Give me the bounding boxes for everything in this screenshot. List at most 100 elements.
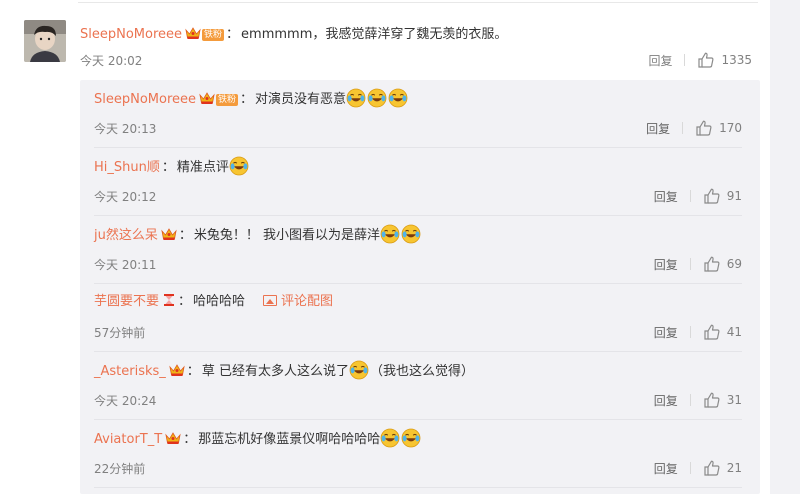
list-item: ju然这么呆 ：米兔兔！！ 我小图看以为是薛洋 今天 20:11 回复 69 [80, 216, 760, 284]
reply-button[interactable]: 回复 [654, 256, 678, 273]
reply-text-line: SleepNoMoreee 铁粉：对演员没有恶意 [94, 88, 409, 110]
reply-button[interactable]: 回复 [654, 392, 678, 409]
crown-badge-icon[interactable] [185, 26, 201, 40]
reply-text-line: AviatorT_T ：那蓝忘机好像蓝景仪啊哈哈哈哈 [94, 428, 422, 450]
thumbs-up-icon[interactable] [703, 187, 721, 205]
comment-text-line: SleepNoMoreee 铁粉： emmmmm，我感觉薛洋穿了魏无羡的衣服。 [80, 26, 507, 44]
reply-button[interactable]: 回复 [654, 188, 678, 205]
comment-picture-link[interactable]: 评论配图 [263, 294, 333, 309]
picture-icon [263, 295, 278, 306]
colon: ： [161, 160, 175, 175]
laugh-cry-emoji-icon [367, 88, 387, 108]
reply-content: 哈哈哈哈 [193, 294, 246, 309]
like-count: 170 [719, 121, 742, 135]
username-link[interactable]: SleepNoMoreee [94, 92, 196, 107]
thumbs-up-icon[interactable] [697, 51, 715, 69]
crown-badge-icon[interactable] [165, 431, 181, 445]
reply-text-line: ju然这么呆 ：米兔兔！！ 我小图看以为是薛洋 [94, 224, 422, 246]
divider [689, 258, 691, 270]
hourglass-icon[interactable] [162, 293, 176, 307]
page-gutter [770, 0, 800, 494]
username-link[interactable]: _Asterisks_ [94, 364, 166, 379]
main-comment: SleepNoMoreee 铁粉： emmmmm，我感觉薛洋穿了魏无羡的衣服。 今天… [24, 20, 764, 80]
reply-text-line: Hi_Shun顺：精准点评 [94, 156, 250, 178]
username-link[interactable]: ju然这么呆 [94, 228, 158, 243]
reply-time: 今天 20:11 [94, 258, 157, 272]
laugh-cry-emoji-icon [229, 156, 249, 176]
reply-actions: 回复 31 [654, 390, 742, 410]
reply-button[interactable]: 回复 [654, 324, 678, 341]
reply-text-line: _Asterisks_ ：草 已经有太多人这么说了 （我也这么觉得） [94, 360, 474, 382]
divider [689, 190, 691, 202]
divider [689, 394, 691, 406]
reply-button[interactable]: 回复 [646, 120, 670, 137]
comment-time: 今天 20:02 [80, 54, 143, 68]
list-item: SleepNoMoreee 铁粉：对演员没有恶意 今天 20:13 回复 170 [80, 80, 760, 148]
thumbs-up-icon[interactable] [703, 255, 721, 273]
laugh-cry-emoji-icon [388, 88, 408, 108]
divider [689, 326, 691, 338]
reply-time: 22分钟前 [94, 462, 146, 476]
reply-content-suffix: （我也这么觉得） [369, 364, 474, 379]
reply-actions: 回复 91 [654, 186, 742, 206]
divider [684, 54, 686, 66]
list-item: Hi_Shun顺：精准点评 今天 20:12 回复 91 [80, 148, 760, 216]
crown-badge-icon[interactable] [161, 227, 177, 241]
divider [689, 462, 691, 474]
like-count: 31 [726, 393, 742, 407]
like-count: 21 [726, 461, 742, 475]
reply-content: 那蓝忘机好像蓝景仪啊哈哈哈哈 [198, 432, 381, 447]
fan-badge[interactable]: 铁粉 [216, 94, 239, 106]
username-link[interactable]: 芋圆要不要 [94, 294, 159, 309]
laugh-cry-emoji-icon [380, 428, 400, 448]
reply-actions: 回复 69 [654, 254, 742, 274]
like-count: 91 [726, 189, 742, 203]
reply-button[interactable]: 回复 [648, 52, 672, 69]
avatar[interactable] [24, 20, 66, 62]
username-link[interactable]: SleepNoMoreee [80, 27, 182, 42]
thumbs-up-icon[interactable] [703, 323, 721, 341]
reply-button[interactable]: 回复 [654, 460, 678, 477]
list-item: _Asterisks_ ：草 已经有太多人这么说了 （我也这么觉得） 今天 20:2… [80, 352, 760, 420]
laugh-cry-emoji-icon [401, 224, 421, 244]
comment-content: emmmmm，我感觉薛洋穿了魏无羡的衣服。 [241, 27, 508, 42]
reply-time: 今天 20:13 [94, 122, 157, 136]
comment-picture-label: 评论配图 [281, 294, 334, 309]
reply-actions: 回复 41 [654, 322, 742, 342]
username-link[interactable]: AviatorT_T [94, 432, 162, 447]
comment-page: SleepNoMoreee 铁粉： emmmmm，我感觉薛洋穿了魏无羡的衣服。 今天… [0, 0, 770, 494]
divider [94, 487, 742, 488]
reply-text-line: 芋圆要不要 ：哈哈哈哈 评论配图 [94, 292, 333, 312]
colon: ： [183, 432, 197, 447]
reply-content: 精准点评 [176, 160, 229, 175]
reply-time: 今天 20:24 [94, 394, 157, 408]
like-count: 69 [726, 257, 742, 271]
colon: ： [240, 92, 254, 107]
crown-badge-icon[interactable] [169, 363, 185, 377]
reply-time: 今天 20:12 [94, 190, 157, 204]
comment-actions: 回复 1335 [648, 50, 752, 70]
fan-badge[interactable]: 铁粉 [202, 29, 225, 41]
list-item: AviatorT_T ：那蓝忘机好像蓝景仪啊哈哈哈哈 22分钟前 回复 21 [80, 420, 760, 488]
reply-time: 57分钟前 [94, 326, 146, 340]
like-count: 41 [726, 325, 742, 339]
username-link[interactable]: Hi_Shun顺 [94, 160, 160, 175]
reply-content: 对演员没有恶意 [255, 92, 347, 107]
colon: ： [178, 294, 192, 309]
reply-actions: 回复 170 [646, 118, 742, 138]
divider [682, 122, 684, 134]
thumbs-up-icon[interactable] [695, 119, 713, 137]
thumbs-up-icon[interactable] [703, 391, 721, 409]
laugh-cry-emoji-icon [346, 88, 366, 108]
divider [78, 2, 758, 3]
laugh-cry-emoji-icon [380, 224, 400, 244]
laugh-cry-emoji-icon [349, 360, 369, 380]
reply-list: SleepNoMoreee 铁粉：对演员没有恶意 今天 20:13 回复 170 … [80, 80, 760, 494]
thumbs-up-icon[interactable] [703, 459, 721, 477]
reply-actions: 回复 21 [654, 458, 742, 478]
reply-content: 草 已经有太多人这么说了 [201, 364, 349, 379]
like-count: 1335 [721, 53, 752, 67]
crown-badge-icon[interactable] [199, 91, 215, 105]
laugh-cry-emoji-icon [401, 428, 421, 448]
list-item: 芋圆要不要 ：哈哈哈哈 评论配图 57分钟前 回复 41 [80, 284, 760, 352]
